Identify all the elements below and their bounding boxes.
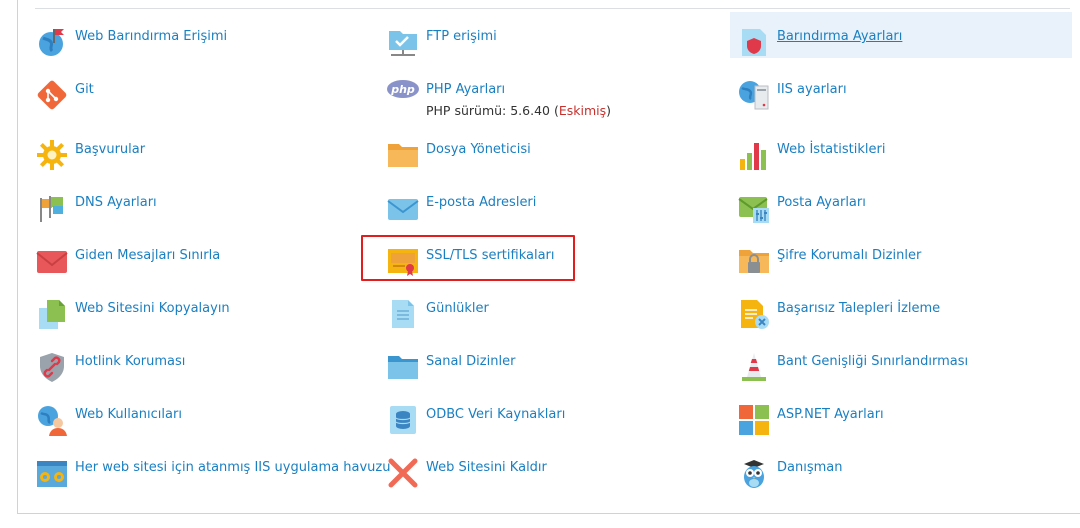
tool-label[interactable]: Başarısız Talepleri İzleme [777, 301, 940, 317]
tool-label[interactable]: Şifre Korumalı Dizinler [777, 248, 921, 264]
tool-limit-outgoing-messages[interactable]: Giden Mesajları Sınırla [36, 239, 376, 292]
tool-label[interactable]: SSL/TLS sertifikaları [426, 248, 555, 264]
tool-label[interactable]: Sanal Dizinler [426, 354, 515, 370]
tool-remove-website[interactable]: Web Sitesini Kaldır [387, 451, 727, 504]
remove-x-icon [387, 457, 419, 489]
failed-request-icon [738, 298, 770, 330]
tool-applications[interactable]: Başvurular [36, 133, 376, 186]
tool-label[interactable]: Web Sitesini Kaldır [426, 460, 547, 476]
php-version-value: PHP sürümü: 5.6.40 ( [426, 103, 559, 118]
tool-label[interactable]: E-posta Adresleri [426, 195, 536, 211]
tool-web-users[interactable]: Web Kullanıcıları [36, 398, 376, 451]
tool-iis-settings[interactable]: IIS ayarları [738, 73, 1080, 133]
advisor-owl-icon [738, 457, 770, 489]
tool-label[interactable]: Danışman [777, 460, 842, 476]
tool-label[interactable]: IIS ayarları [777, 82, 847, 98]
database-icon [387, 404, 419, 436]
tool-label[interactable]: DNS Ayarları [75, 195, 157, 211]
git-icon [36, 79, 68, 111]
tool-failed-request-tracing[interactable]: Başarısız Talepleri İzleme [738, 292, 1080, 345]
tool-label[interactable]: ASP.NET Ayarları [777, 407, 884, 423]
tool-dns-settings[interactable]: DNS Ayarları [36, 186, 376, 239]
tool-ftp-access[interactable]: FTP erişimi [387, 20, 727, 73]
tool-iis-app-pool[interactable]: Her web sitesi için atanmış IIS uygulama… [36, 451, 390, 504]
tool-label[interactable]: Her web sitesi için atanmış IIS uygulama… [75, 460, 390, 476]
tool-label[interactable]: Giden Mesajları Sınırla [75, 248, 220, 264]
svg-text:php: php [390, 83, 415, 96]
tool-mail-settings[interactable]: Posta Ayarları [738, 186, 1080, 239]
tool-label[interactable]: Bant Genişliği Sınırlandırması [777, 354, 968, 370]
mail-settings-icon [738, 192, 770, 224]
app-pool-icon [36, 457, 68, 489]
tool-label[interactable]: Günlükler [426, 301, 489, 317]
tool-label[interactable]: Web Barındırma Erişimi [75, 29, 227, 45]
tool-copy-website[interactable]: Web Sitesini Kopyalayın [36, 292, 376, 345]
tool-bandwidth-limiting[interactable]: Bant Genişliği Sınırlandırması [738, 345, 1080, 398]
tool-web-hosting-access[interactable]: Web Barındırma Erişimi [36, 20, 376, 73]
tool-hosting-settings[interactable]: Barındırma Ayarları [730, 12, 1080, 73]
email-icon [387, 192, 419, 224]
envelope-icon [36, 245, 68, 277]
divider [35, 8, 1070, 9]
tool-label[interactable]: Posta Ayarları [777, 195, 866, 211]
dns-flags-icon [36, 192, 68, 224]
folder-icon [387, 139, 419, 171]
certificate-icon [387, 245, 419, 277]
globe-flag-icon [36, 26, 68, 58]
shield-link-icon [36, 351, 68, 383]
tool-hotlink-protection[interactable]: Hotlink Koruması [36, 345, 376, 398]
locked-folder-icon [738, 245, 770, 277]
gear-sun-icon [36, 139, 68, 171]
column-3: Barındırma Ayarları IIS ayarları Web İst… [730, 12, 1080, 504]
column-1: Web Barındırma Erişimi Git Başvurular DN… [36, 20, 390, 504]
hosting-settings-icon [738, 26, 770, 58]
tool-email-addresses[interactable]: E-posta Adresleri [387, 186, 727, 239]
tool-virtual-directories[interactable]: Sanal Dizinler [387, 345, 727, 398]
php-icon: php [387, 79, 419, 111]
tool-label[interactable]: Başvurular [75, 142, 145, 158]
iis-settings-icon [738, 79, 770, 111]
tool-label[interactable]: Dosya Yöneticisi [426, 142, 531, 158]
tool-label[interactable]: FTP erişimi [426, 29, 497, 45]
tool-aspnet-settings[interactable]: ASP.NET Ayarları [738, 398, 1080, 451]
virtual-folder-icon [387, 351, 419, 383]
tool-label[interactable]: Hotlink Koruması [75, 354, 185, 370]
tool-advisor[interactable]: Danışman [738, 451, 1080, 504]
tool-label[interactable]: Web İstatistikleri [777, 142, 885, 158]
bar-chart-icon [738, 139, 770, 171]
copy-pages-icon [36, 298, 68, 330]
tool-label[interactable]: PHP Ayarları [426, 82, 611, 98]
php-version-text: PHP sürümü: 5.6.40 (Eskimiş) [426, 103, 611, 118]
php-version-suffix: ) [606, 103, 612, 118]
outdated-status: Eskimiş [558, 103, 607, 118]
tool-file-manager[interactable]: Dosya Yöneticisi [387, 133, 727, 186]
tool-label[interactable]: ODBC Veri Kaynakları [426, 407, 565, 423]
bandwidth-cone-icon [738, 351, 770, 383]
tool-label[interactable]: Web Kullanıcıları [75, 407, 182, 423]
aspnet-icon [738, 404, 770, 436]
tool-label[interactable]: Git [75, 82, 94, 98]
tool-web-statistics[interactable]: Web İstatistikleri [738, 133, 1080, 186]
tool-git[interactable]: Git [36, 73, 376, 133]
tool-logs[interactable]: Günlükler [387, 292, 727, 345]
tool-label[interactable]: Web Sitesini Kopyalayın [75, 301, 230, 317]
log-document-icon [387, 298, 419, 330]
tool-password-protected-dirs[interactable]: Şifre Korumalı Dizinler [738, 239, 1080, 292]
ftp-folder-icon [387, 26, 419, 58]
tool-php-settings[interactable]: php PHP Ayarları PHP sürümü: 5.6.40 (Esk… [387, 73, 727, 133]
tool-odbc-data-sources[interactable]: ODBC Veri Kaynakları [387, 398, 727, 451]
tool-label[interactable]: Barındırma Ayarları [777, 29, 902, 45]
globe-user-icon [36, 404, 68, 436]
